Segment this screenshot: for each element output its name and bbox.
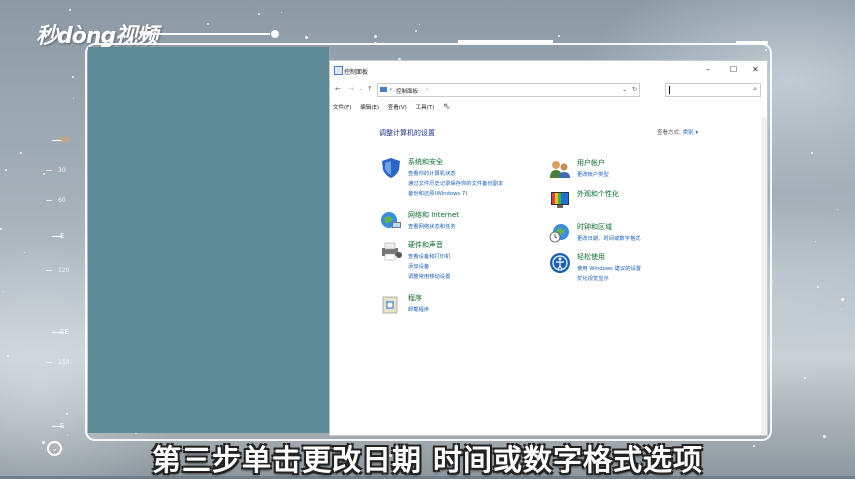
mouse-cursor-icon: ⇖ xyxy=(442,102,451,112)
subtitle-caption: 第三步单击更改日期 时间或数字格式选项 xyxy=(151,443,704,477)
category-link[interactable]: 查看网络状态和任务 xyxy=(408,222,456,230)
address-bar-row: ← → ⌄ ↑ » 控制面板 › ⌄ ↻ ⌕ xyxy=(330,82,767,98)
breadcrumb-overflow[interactable]: » xyxy=(389,87,392,93)
window-title: 控制面板 xyxy=(344,69,369,76)
clock-globe-icon[interactable] xyxy=(549,222,571,244)
control-panel-window: 控制面板 – ☐ ✕ ← → ⌄ ↑ » 控制面板 › ⌄ ↻ ⌕ 文件(F) … xyxy=(329,60,768,436)
category-link[interactable]: 更改帐户类型 xyxy=(577,170,609,178)
view-by-label: 查看方式: xyxy=(657,130,681,136)
snowflake xyxy=(3,291,4,292)
category-title[interactable]: 网络和 Internet xyxy=(408,210,459,220)
shield-icon[interactable] xyxy=(380,157,402,179)
ruler-minor-label: 30 xyxy=(58,167,66,174)
snowflake xyxy=(815,241,816,242)
category-title[interactable]: 时钟和区域 xyxy=(577,222,612,232)
category-title[interactable]: 用户帐户 xyxy=(577,158,605,168)
category-link[interactable]: 使用 Windows 建议的设置 xyxy=(577,264,641,272)
search-icon[interactable]: ⌕ xyxy=(753,85,757,94)
printer-icon[interactable] xyxy=(380,240,402,262)
category-title[interactable]: 系统和安全 xyxy=(408,157,443,167)
control-panel-icon xyxy=(380,87,387,92)
menu-bar: 文件(F) 编辑(E) 查看(V) 工具(T) ⇖ xyxy=(333,102,458,114)
category-title[interactable]: 程序 xyxy=(408,293,422,303)
category-link[interactable]: 添加设备 xyxy=(408,262,429,270)
breadcrumb-control-panel[interactable]: 控制面板 xyxy=(396,87,418,95)
menu-file[interactable]: 文件(F) xyxy=(333,105,351,111)
appearance-icon[interactable] xyxy=(549,189,571,211)
ruler-label: NE xyxy=(60,136,70,144)
address-field[interactable]: » 控制面板 › ⌄ ↻ xyxy=(377,83,640,97)
snowflake xyxy=(419,24,420,25)
programs-icon[interactable] xyxy=(380,293,402,315)
snowflake xyxy=(841,309,842,310)
category-title[interactable]: 轻松使用 xyxy=(577,252,605,262)
snowflake xyxy=(7,355,9,357)
ease-of-access-icon[interactable] xyxy=(549,252,571,274)
recent-dropdown-icon[interactable]: ⌄ xyxy=(359,86,363,92)
snowflake xyxy=(374,35,377,38)
category-link[interactable]: 通过文件历史记录保存你的文件备份副本 xyxy=(408,179,503,187)
refresh-icon[interactable]: ↻ xyxy=(632,86,637,93)
compass-ruler: NE 30 60 E 120 SE 150 S xyxy=(30,40,82,440)
snowflake xyxy=(20,152,22,154)
scrollbar[interactable] xyxy=(761,117,767,435)
search-input[interactable]: ⌕ xyxy=(665,83,761,97)
snowflake xyxy=(804,377,806,379)
network-globe-icon[interactable] xyxy=(380,210,402,232)
teal-panel xyxy=(88,47,329,433)
snowflake xyxy=(841,298,844,301)
snowflake xyxy=(24,252,25,253)
ruler-minor-label: 120 xyxy=(58,267,70,274)
users-icon[interactable] xyxy=(549,158,571,180)
forward-arrow-icon[interactable]: → xyxy=(348,85,354,93)
up-arrow-icon[interactable]: ↑ xyxy=(367,85,373,93)
ruler-label: SE xyxy=(60,328,69,336)
category-link[interactable]: 查看你的计算机状态 xyxy=(408,169,456,177)
snowflake xyxy=(817,286,819,288)
snowflake xyxy=(207,23,209,25)
category-link[interactable]: 卸载程序 xyxy=(408,305,429,313)
snowflake xyxy=(811,152,813,154)
snowflake xyxy=(837,209,838,210)
back-arrow-icon[interactable]: ← xyxy=(335,85,341,93)
ruler-label: E xyxy=(60,232,65,240)
snowflake xyxy=(69,9,71,11)
title-bar: 控制面板 – ☐ ✕ xyxy=(330,61,767,79)
snowflake xyxy=(258,13,260,15)
snowflake xyxy=(415,30,417,32)
category-link[interactable]: 查看设备和打印机 xyxy=(408,252,450,260)
menu-tools[interactable]: 工具(T) xyxy=(416,105,435,111)
menu-view[interactable]: 查看(V) xyxy=(388,105,407,111)
menu-edit[interactable]: 编辑(E) xyxy=(360,105,379,111)
ruler-minor-label: 60 xyxy=(58,197,66,204)
snowflake xyxy=(558,35,560,37)
snowflake xyxy=(5,169,7,171)
view-by: 查看方式: 类别 ▾ xyxy=(657,128,698,136)
category-title[interactable]: 硬件和声音 xyxy=(408,240,443,250)
content-area: 调整计算机的设置 查看方式: 类别 ▾ 系统和安全 查看你的计算机状态 通过文件… xyxy=(330,117,767,435)
breadcrumb-separator[interactable]: › xyxy=(426,87,428,93)
ruler-label: S xyxy=(60,422,65,430)
snowflake xyxy=(0,228,2,230)
frame-top-line xyxy=(140,33,270,35)
category-link[interactable]: 优化视觉显示 xyxy=(577,274,609,282)
ruler-minor-label: 150 xyxy=(58,359,70,366)
category-link[interactable]: 调整常用移动设置 xyxy=(408,272,450,280)
maximize-button[interactable]: ☐ xyxy=(730,65,737,74)
address-dropdown-icon[interactable]: ⌄ xyxy=(622,86,627,93)
page-title: 调整计算机的设置 xyxy=(379,129,435,137)
frame-dot xyxy=(271,30,279,38)
close-button[interactable]: ✕ xyxy=(752,65,759,74)
category-link[interactable]: 备份和还原(Windows 7) xyxy=(408,189,467,197)
view-by-dropdown[interactable]: 类别 ▾ xyxy=(683,130,699,136)
change-date-time-format-link[interactable]: 更改日期、时间或数字格式 xyxy=(577,234,641,242)
minimize-button[interactable]: – xyxy=(706,65,710,74)
snowflake xyxy=(281,12,282,13)
category-title[interactable]: 外观和个性化 xyxy=(577,189,619,199)
control-panel-icon xyxy=(334,66,343,75)
snowflake xyxy=(305,36,308,39)
